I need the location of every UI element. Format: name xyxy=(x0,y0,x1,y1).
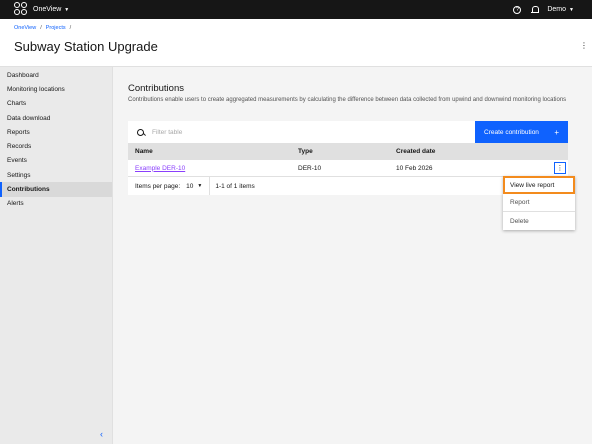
main-content: Contributions Contributions enable users… xyxy=(113,67,592,444)
app-logo-icon[interactable] xyxy=(14,2,29,17)
app-switcher[interactable]: OneView ▼ xyxy=(33,6,69,13)
menu-item-report[interactable]: Report xyxy=(503,194,575,212)
contribution-type: DER-10 xyxy=(298,164,322,172)
sidebar-item-data-download[interactable]: Data download xyxy=(0,111,112,125)
section-description: Contributions enable users to create agg… xyxy=(128,97,567,103)
help-icon[interactable]: ? xyxy=(513,5,522,14)
app-name: OneView xyxy=(33,6,62,13)
sidebar-item-settings[interactable]: Settings xyxy=(0,168,112,182)
user-menu[interactable]: Demo ▼ xyxy=(547,6,574,13)
divider xyxy=(209,177,211,195)
page-header: OneView / Projects / Subway Station Upgr… xyxy=(0,19,592,67)
plus-icon: + xyxy=(554,127,559,137)
column-header-type[interactable]: Type xyxy=(298,148,396,155)
sidebar-item-records[interactable]: Records xyxy=(0,139,112,153)
chevron-down-icon: ▼ xyxy=(197,183,203,189)
breadcrumb-oneview[interactable]: OneView xyxy=(14,25,36,31)
page-overflow-menu-icon[interactable]: ⋮ xyxy=(580,41,588,50)
menu-item-delete[interactable]: Delete xyxy=(503,212,575,230)
breadcrumb: OneView / Projects / xyxy=(14,25,71,31)
search-icon xyxy=(137,128,144,136)
items-per-page-label: Items per page: xyxy=(135,182,181,190)
search-input[interactable] xyxy=(152,128,452,136)
pagination-range: 1-1 of 1 items xyxy=(215,182,255,190)
items-per-page-value: 10 xyxy=(186,182,194,190)
top-bar: OneView ▼ ? Demo ▼ xyxy=(0,0,592,19)
table-toolbar: Create contribution + xyxy=(128,121,568,143)
chevron-left-icon[interactable]: ‹ xyxy=(100,429,103,439)
page-title: Subway Station Upgrade xyxy=(14,39,158,54)
row-overflow-menu: View live report Report Delete xyxy=(503,176,575,230)
menu-item-view-live-report[interactable]: View live report xyxy=(503,176,575,194)
sidebar-item-reports[interactable]: Reports xyxy=(0,125,112,139)
create-contribution-button[interactable]: Create contribution + xyxy=(475,121,568,143)
table-row: Example DER-10 DER-10 10 Feb 2026 ⋮ xyxy=(128,160,568,177)
items-per-page-select[interactable]: 10 ▼ xyxy=(186,183,202,190)
chevron-down-icon: ▼ xyxy=(569,6,574,13)
sidebar-item-dashboard[interactable]: Dashboard xyxy=(0,68,112,82)
sidebar-item-charts[interactable]: Charts xyxy=(0,97,112,111)
top-bar-actions: ? Demo ▼ xyxy=(513,5,574,14)
breadcrumb-separator: / xyxy=(40,25,42,31)
section-title: Contributions xyxy=(128,83,184,94)
column-header-created-date[interactable]: Created date xyxy=(396,148,546,155)
sidebar: Dashboard Monitoring locations Charts Da… xyxy=(0,67,113,444)
contribution-name-link[interactable]: Example DER-10 xyxy=(135,165,185,172)
breadcrumb-projects[interactable]: Projects xyxy=(46,25,66,31)
sidebar-item-contributions[interactable]: Contributions xyxy=(0,182,112,197)
user-name: Demo xyxy=(547,6,567,13)
contributions-table: Create contribution + Name Type Created … xyxy=(128,121,568,195)
row-overflow-menu-icon[interactable]: ⋮ xyxy=(554,162,566,174)
sidebar-item-monitoring-locations[interactable]: Monitoring locations xyxy=(0,82,112,96)
column-header-name[interactable]: Name xyxy=(128,148,298,155)
table-header: Name Type Created date xyxy=(128,143,568,160)
sidebar-item-events[interactable]: Events xyxy=(0,154,112,168)
pagination: Items per page: 10 ▼ 1-1 of 1 items 1 ▼ xyxy=(128,177,568,195)
chevron-down-icon: ▼ xyxy=(64,6,70,13)
contribution-created-date: 10 Feb 2026 xyxy=(396,164,433,172)
bell-icon[interactable] xyxy=(530,6,539,14)
breadcrumb-separator: / xyxy=(69,25,72,31)
sidebar-item-alerts[interactable]: Alerts xyxy=(0,197,112,211)
create-contribution-label: Create contribution xyxy=(484,128,539,136)
